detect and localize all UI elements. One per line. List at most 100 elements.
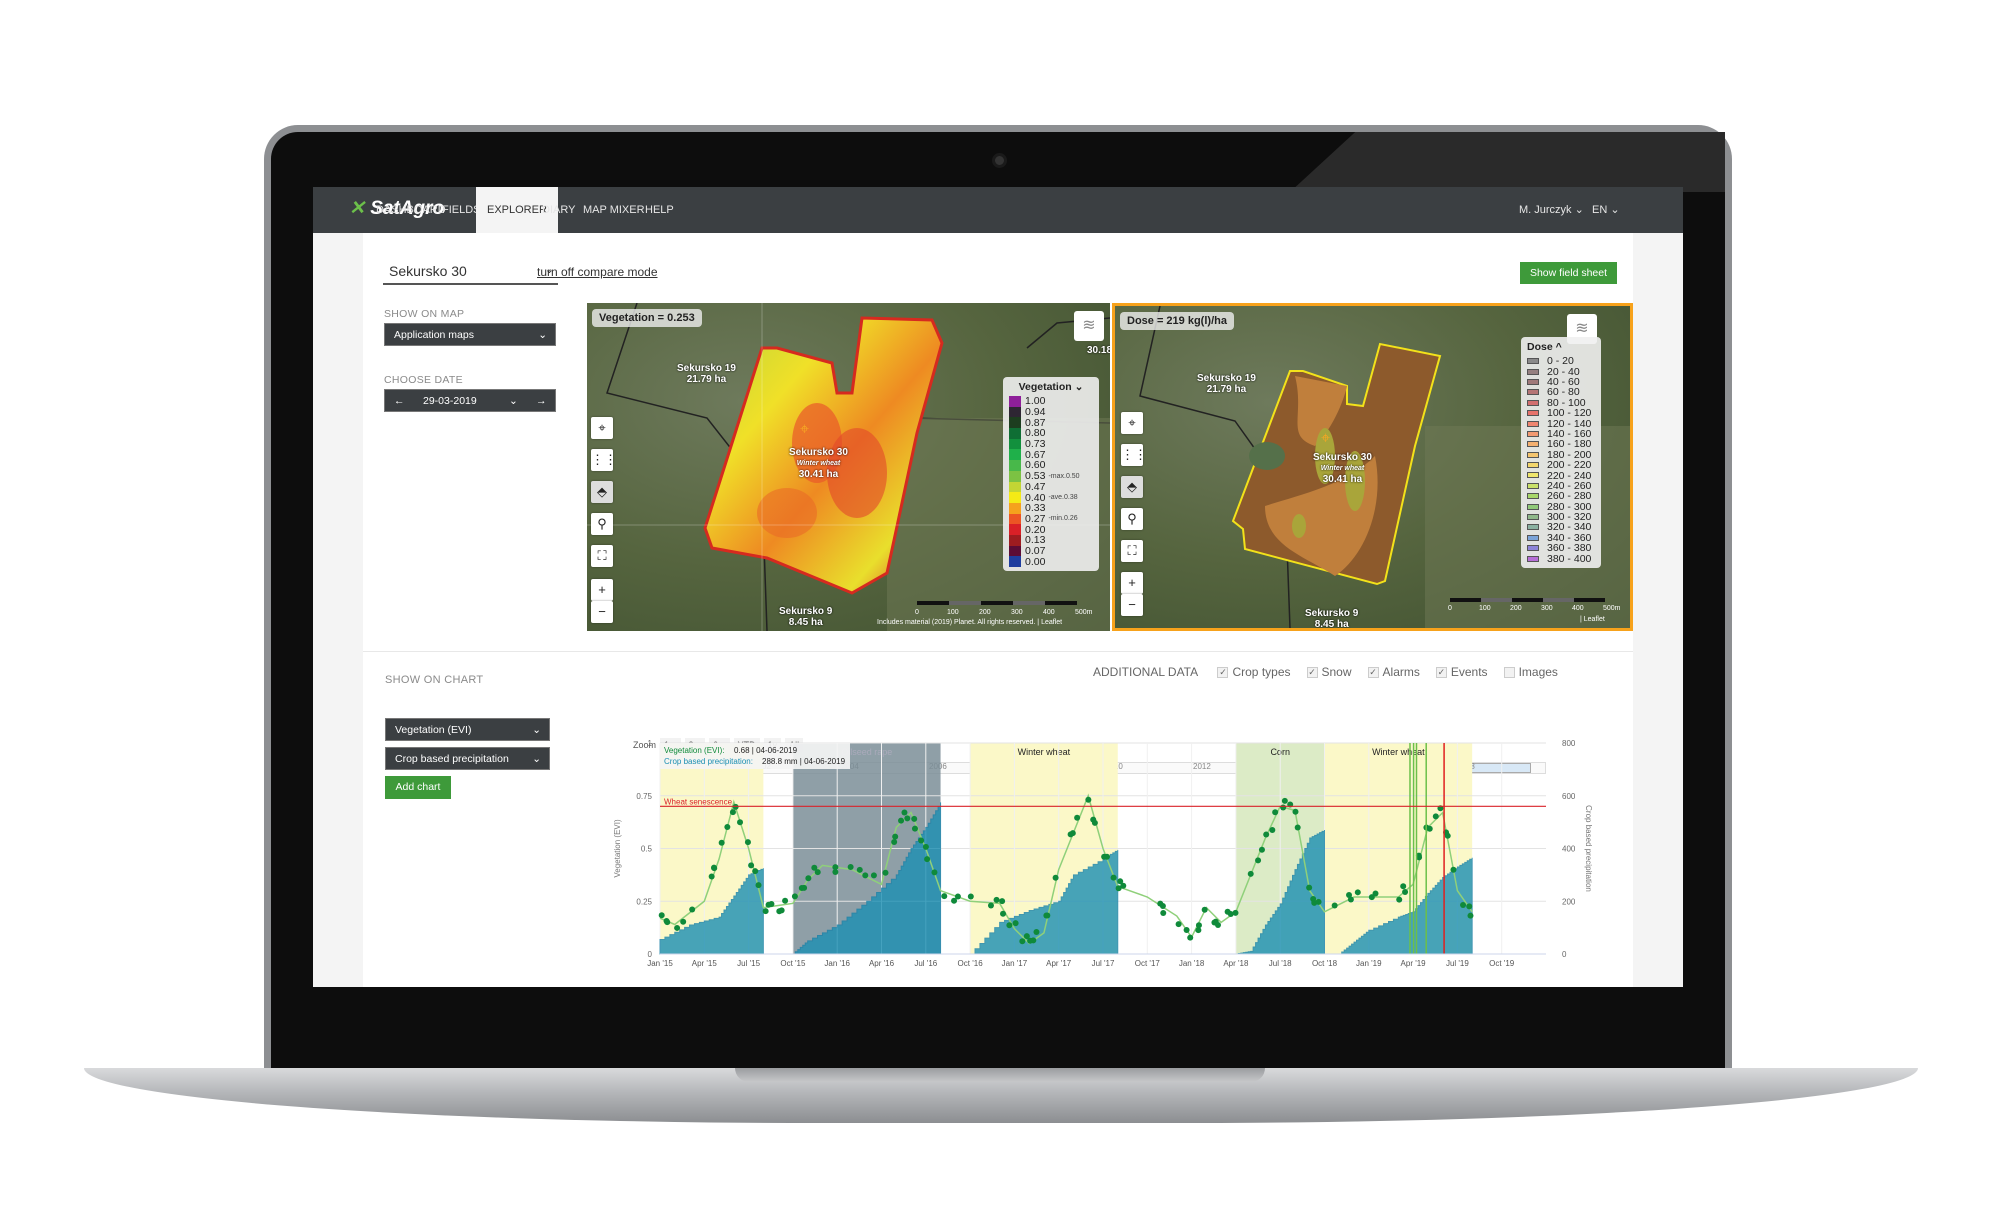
- evi-point: [911, 815, 918, 822]
- field-label: Sekursko 19 21.79 ha: [1197, 373, 1256, 395]
- language-menu[interactable]: EN ⌄: [1581, 187, 1631, 233]
- legend-swatch: [1009, 534, 1021, 546]
- chart-series-select-2[interactable]: Crop based precipitation ⌄: [385, 747, 550, 770]
- x-tick-label: Oct '16: [958, 959, 984, 968]
- evi-point: [1074, 814, 1081, 821]
- evi-point: [1085, 796, 1092, 803]
- legend-swatch: [1527, 482, 1539, 489]
- compare-mode-link[interactable]: turn off compare mode: [537, 265, 658, 279]
- pin-icon[interactable]: ⚲: [591, 513, 613, 535]
- x-tick-label: Oct '15: [780, 959, 806, 968]
- grid-icon[interactable]: ⋮⋮: [591, 449, 617, 471]
- field-label: Sekursko 19 21.79 ha: [677, 363, 736, 385]
- tag-icon[interactable]: ⬘: [1121, 476, 1143, 498]
- legend-row: 0.40 -ave.0.38: [1009, 492, 1093, 504]
- laptop-notch: [735, 1068, 1265, 1082]
- field-name: Sekursko 9: [779, 606, 833, 617]
- layers-icon[interactable]: ≋: [1074, 311, 1104, 341]
- tag-icon[interactable]: ⬘: [591, 481, 613, 503]
- checkbox-box[interactable]: ✓: [1435, 667, 1447, 679]
- checkbox-snow[interactable]: ✓ Snow: [1306, 665, 1352, 679]
- show-field-sheet-button[interactable]: Show field sheet: [1520, 262, 1617, 284]
- checkbox-label: Images: [1518, 665, 1558, 679]
- evi-point: [1227, 910, 1234, 917]
- evi-point: [737, 819, 744, 826]
- chevron-down-icon: ⌄: [532, 753, 541, 765]
- zoom-in-button[interactable]: +: [1121, 572, 1143, 594]
- nav-help[interactable]: HELP: [634, 187, 685, 233]
- dose-map[interactable]: Dose = 219 kg(l)/ha Sekursko 19 21.79 ha …: [1112, 303, 1633, 631]
- chevron-down-icon[interactable]: ⌄: [509, 390, 518, 413]
- evi-point: [993, 896, 1000, 903]
- chevron-down-icon[interactable]: ⌄: [1075, 381, 1084, 393]
- scale-label: 400: [1043, 609, 1055, 616]
- legend-row: 0.33: [1009, 502, 1093, 514]
- evi-point: [1292, 808, 1299, 815]
- evi-point: [1467, 912, 1474, 919]
- evi-point: [748, 862, 755, 869]
- date-picker[interactable]: ← 29-03-2019 ⌄ →: [384, 389, 556, 412]
- evi-point: [892, 833, 899, 840]
- legend-row: 0.00: [1009, 556, 1093, 568]
- fullscreen-icon[interactable]: ⛶: [591, 545, 613, 567]
- y-tick-label: 1: [648, 739, 653, 748]
- evi-point: [862, 872, 869, 879]
- checkbox-events[interactable]: ✓ Events: [1435, 665, 1488, 679]
- checkbox-alarms[interactable]: ✓ Alarms: [1367, 665, 1420, 679]
- checkbox-box[interactable]: ✓: [1367, 667, 1379, 679]
- date-value: 29-03-2019: [423, 395, 477, 407]
- pin-icon[interactable]: ⚲: [1121, 508, 1143, 530]
- field-crop: Winter wheat: [796, 460, 841, 467]
- chevron-up-icon[interactable]: ^: [1556, 341, 1562, 353]
- grid-icon[interactable]: ⋮⋮: [1121, 444, 1147, 466]
- fullscreen-icon[interactable]: ⛶: [1121, 540, 1143, 562]
- field-name: Sekursko 30: [789, 447, 848, 458]
- evi-point: [870, 872, 877, 879]
- locate-icon[interactable]: ⌖: [591, 417, 613, 439]
- checkbox-images[interactable]: Images: [1503, 665, 1558, 679]
- x-tick-label: Apr '17: [1046, 959, 1072, 968]
- locate-icon[interactable]: ⌖: [1121, 412, 1143, 434]
- evi-point: [1347, 896, 1354, 903]
- evi-point: [762, 908, 769, 915]
- checkbox-box[interactable]: ✓: [1306, 667, 1318, 679]
- zoom-out-button[interactable]: −: [591, 601, 613, 623]
- evi-point: [954, 893, 961, 900]
- zoom-in-button[interactable]: +: [591, 579, 613, 601]
- evi-point: [1272, 809, 1279, 816]
- scale-label: 100: [1479, 605, 1491, 612]
- add-chart-button[interactable]: Add chart: [385, 776, 451, 799]
- checkbox-box[interactable]: [1503, 667, 1515, 679]
- legend-row: 0.80: [1009, 427, 1093, 439]
- legend-swatch: [1009, 481, 1021, 493]
- evi-point: [1263, 831, 1270, 838]
- dose-legend: Dose ^ 0 - 20 20 - 40 40 - 60 60 - 80 80 - 1…: [1521, 337, 1601, 568]
- legend-swatch: [1009, 417, 1021, 429]
- map-layer-select[interactable]: Application maps ⌄: [384, 323, 556, 346]
- arrow-right-icon[interactable]: →: [536, 390, 547, 413]
- evi-point: [1354, 889, 1361, 896]
- x-tick-label: Jan '16: [824, 959, 850, 968]
- webcam-icon: [992, 153, 1007, 168]
- zoom-out-button[interactable]: −: [1121, 594, 1143, 616]
- field-select[interactable]: Sekursko 30 ⌄: [383, 263, 558, 285]
- vegetation-legend: Vegetation ⌄ 1.00 0.94 0.87 0.80 0.73 0.67 0.6…: [1003, 377, 1099, 571]
- evi-point: [1402, 889, 1409, 896]
- vegetation-map[interactable]: Vegetation = 0.253 Sekursko 19 21.79 ha S…: [587, 303, 1110, 631]
- map-attribution: Includes material (2019) Planet. All rig…: [877, 619, 1063, 626]
- checkbox-box[interactable]: ✓: [1217, 667, 1229, 679]
- choose-date-label: CHOOSE DATE: [384, 374, 463, 386]
- evi-point: [1426, 825, 1433, 832]
- field-area: 8.45 ha: [1314, 619, 1349, 630]
- tooltip-evi-label: Vegetation (EVI):: [664, 746, 724, 755]
- evi-precipitation-chart[interactable]: Oilseed rape Winter wheat Corn Winter wheat…: [590, 730, 1610, 980]
- evi-point: [744, 839, 751, 846]
- evi-point: [1160, 909, 1167, 916]
- y2-tick-label: 400: [1562, 845, 1576, 854]
- evi-point: [922, 843, 929, 850]
- arrow-left-icon[interactable]: ←: [394, 390, 405, 413]
- chart-series-select-1[interactable]: Vegetation (EVI) ⌄: [385, 718, 550, 741]
- evi-point: [1281, 797, 1288, 804]
- checkbox-crop-types[interactable]: ✓ Crop types: [1217, 665, 1291, 679]
- chevron-down-icon: ⌄: [532, 724, 541, 736]
